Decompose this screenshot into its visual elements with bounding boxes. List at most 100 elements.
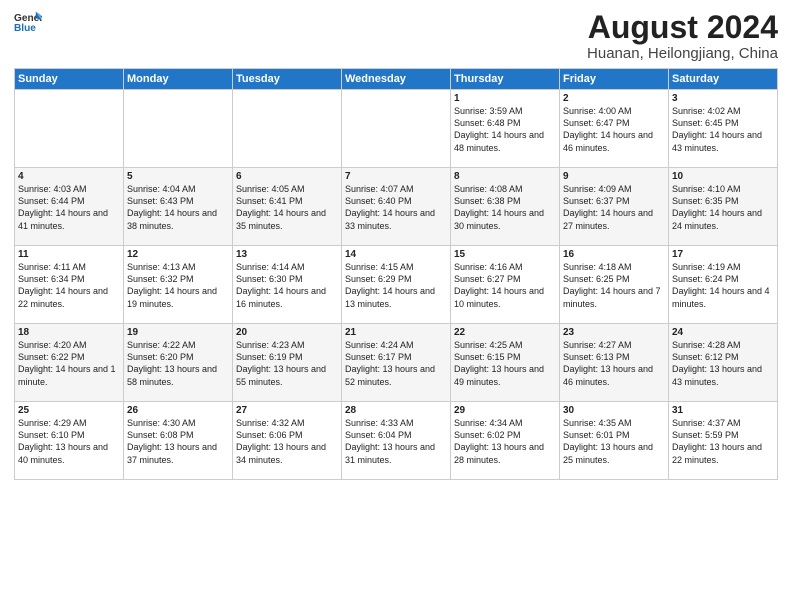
day-info: Sunrise: 4:14 AMSunset: 6:30 PMDaylight:… bbox=[236, 261, 338, 310]
day-info: Sunrise: 4:02 AMSunset: 6:45 PMDaylight:… bbox=[672, 105, 774, 154]
calendar-cell: 8Sunrise: 4:08 AMSunset: 6:38 PMDaylight… bbox=[451, 168, 560, 246]
day-info: Sunrise: 4:09 AMSunset: 6:37 PMDaylight:… bbox=[563, 183, 665, 232]
title-block: August 2024 Huanan, Heilongjiang, China bbox=[587, 10, 778, 62]
calendar-cell: 26Sunrise: 4:30 AMSunset: 6:08 PMDayligh… bbox=[124, 402, 233, 480]
day-number: 3 bbox=[672, 93, 774, 104]
day-number: 31 bbox=[672, 405, 774, 416]
calendar-cell: 1Sunrise: 3:59 AMSunset: 6:48 PMDaylight… bbox=[451, 90, 560, 168]
day-info: Sunrise: 4:29 AMSunset: 6:10 PMDaylight:… bbox=[18, 417, 120, 466]
day-number: 21 bbox=[345, 327, 447, 338]
day-number: 22 bbox=[454, 327, 556, 338]
day-number: 1 bbox=[454, 93, 556, 104]
calendar-cell: 7Sunrise: 4:07 AMSunset: 6:40 PMDaylight… bbox=[342, 168, 451, 246]
day-info: Sunrise: 4:11 AMSunset: 6:34 PMDaylight:… bbox=[18, 261, 120, 310]
day-info: Sunrise: 4:13 AMSunset: 6:32 PMDaylight:… bbox=[127, 261, 229, 310]
calendar-table: SundayMondayTuesdayWednesdayThursdayFrid… bbox=[14, 68, 778, 480]
calendar-cell: 18Sunrise: 4:20 AMSunset: 6:22 PMDayligh… bbox=[15, 324, 124, 402]
calendar-cell: 29Sunrise: 4:34 AMSunset: 6:02 PMDayligh… bbox=[451, 402, 560, 480]
day-number: 4 bbox=[18, 171, 120, 182]
dow-header-tuesday: Tuesday bbox=[233, 69, 342, 90]
dow-header-wednesday: Wednesday bbox=[342, 69, 451, 90]
day-info: Sunrise: 4:00 AMSunset: 6:47 PMDaylight:… bbox=[563, 105, 665, 154]
day-info: Sunrise: 4:16 AMSunset: 6:27 PMDaylight:… bbox=[454, 261, 556, 310]
calendar-cell: 19Sunrise: 4:22 AMSunset: 6:20 PMDayligh… bbox=[124, 324, 233, 402]
day-number: 8 bbox=[454, 171, 556, 182]
calendar-cell bbox=[15, 90, 124, 168]
calendar-cell: 4Sunrise: 4:03 AMSunset: 6:44 PMDaylight… bbox=[15, 168, 124, 246]
day-info: Sunrise: 4:25 AMSunset: 6:15 PMDaylight:… bbox=[454, 339, 556, 388]
dow-header-monday: Monday bbox=[124, 69, 233, 90]
calendar-cell: 21Sunrise: 4:24 AMSunset: 6:17 PMDayligh… bbox=[342, 324, 451, 402]
day-info: Sunrise: 4:33 AMSunset: 6:04 PMDaylight:… bbox=[345, 417, 447, 466]
day-number: 24 bbox=[672, 327, 774, 338]
logo: General Blue bbox=[14, 10, 42, 38]
dow-header-saturday: Saturday bbox=[669, 69, 778, 90]
day-number: 28 bbox=[345, 405, 447, 416]
svg-text:Blue: Blue bbox=[14, 23, 36, 34]
day-number: 17 bbox=[672, 249, 774, 260]
day-info: Sunrise: 4:35 AMSunset: 6:01 PMDaylight:… bbox=[563, 417, 665, 466]
day-info: Sunrise: 4:28 AMSunset: 6:12 PMDaylight:… bbox=[672, 339, 774, 388]
page-subtitle: Huanan, Heilongjiang, China bbox=[587, 45, 778, 62]
day-info: Sunrise: 4:19 AMSunset: 6:24 PMDaylight:… bbox=[672, 261, 774, 310]
day-info: Sunrise: 4:30 AMSunset: 6:08 PMDaylight:… bbox=[127, 417, 229, 466]
dow-header-sunday: Sunday bbox=[15, 69, 124, 90]
calendar-cell: 16Sunrise: 4:18 AMSunset: 6:25 PMDayligh… bbox=[560, 246, 669, 324]
day-info: Sunrise: 4:22 AMSunset: 6:20 PMDaylight:… bbox=[127, 339, 229, 388]
day-number: 5 bbox=[127, 171, 229, 182]
calendar-week-row: 25Sunrise: 4:29 AMSunset: 6:10 PMDayligh… bbox=[15, 402, 778, 480]
calendar-cell: 11Sunrise: 4:11 AMSunset: 6:34 PMDayligh… bbox=[15, 246, 124, 324]
day-number: 16 bbox=[563, 249, 665, 260]
calendar-cell: 22Sunrise: 4:25 AMSunset: 6:15 PMDayligh… bbox=[451, 324, 560, 402]
calendar-week-row: 11Sunrise: 4:11 AMSunset: 6:34 PMDayligh… bbox=[15, 246, 778, 324]
day-number: 20 bbox=[236, 327, 338, 338]
day-number: 10 bbox=[672, 171, 774, 182]
day-info: Sunrise: 4:18 AMSunset: 6:25 PMDaylight:… bbox=[563, 261, 665, 310]
day-info: Sunrise: 4:27 AMSunset: 6:13 PMDaylight:… bbox=[563, 339, 665, 388]
calendar-cell: 6Sunrise: 4:05 AMSunset: 6:41 PMDaylight… bbox=[233, 168, 342, 246]
day-number: 25 bbox=[18, 405, 120, 416]
page-title: August 2024 bbox=[587, 10, 778, 45]
day-number: 11 bbox=[18, 249, 120, 260]
day-info: Sunrise: 4:07 AMSunset: 6:40 PMDaylight:… bbox=[345, 183, 447, 232]
calendar-week-row: 18Sunrise: 4:20 AMSunset: 6:22 PMDayligh… bbox=[15, 324, 778, 402]
calendar-cell: 10Sunrise: 4:10 AMSunset: 6:35 PMDayligh… bbox=[669, 168, 778, 246]
calendar-week-row: 1Sunrise: 3:59 AMSunset: 6:48 PMDaylight… bbox=[15, 90, 778, 168]
calendar-week-row: 4Sunrise: 4:03 AMSunset: 6:44 PMDaylight… bbox=[15, 168, 778, 246]
day-number: 9 bbox=[563, 171, 665, 182]
calendar-cell bbox=[342, 90, 451, 168]
calendar-cell: 9Sunrise: 4:09 AMSunset: 6:37 PMDaylight… bbox=[560, 168, 669, 246]
calendar-cell: 14Sunrise: 4:15 AMSunset: 6:29 PMDayligh… bbox=[342, 246, 451, 324]
calendar-cell: 12Sunrise: 4:13 AMSunset: 6:32 PMDayligh… bbox=[124, 246, 233, 324]
day-info: Sunrise: 4:08 AMSunset: 6:38 PMDaylight:… bbox=[454, 183, 556, 232]
day-info: Sunrise: 4:15 AMSunset: 6:29 PMDaylight:… bbox=[345, 261, 447, 310]
calendar-cell: 17Sunrise: 4:19 AMSunset: 6:24 PMDayligh… bbox=[669, 246, 778, 324]
calendar-cell: 31Sunrise: 4:37 AMSunset: 5:59 PMDayligh… bbox=[669, 402, 778, 480]
day-number: 23 bbox=[563, 327, 665, 338]
day-number: 19 bbox=[127, 327, 229, 338]
calendar-cell: 27Sunrise: 4:32 AMSunset: 6:06 PMDayligh… bbox=[233, 402, 342, 480]
calendar-cell: 30Sunrise: 4:35 AMSunset: 6:01 PMDayligh… bbox=[560, 402, 669, 480]
day-number: 29 bbox=[454, 405, 556, 416]
calendar-cell: 15Sunrise: 4:16 AMSunset: 6:27 PMDayligh… bbox=[451, 246, 560, 324]
calendar-cell bbox=[124, 90, 233, 168]
calendar-cell: 13Sunrise: 4:14 AMSunset: 6:30 PMDayligh… bbox=[233, 246, 342, 324]
day-number: 13 bbox=[236, 249, 338, 260]
day-info: Sunrise: 4:23 AMSunset: 6:19 PMDaylight:… bbox=[236, 339, 338, 388]
day-info: Sunrise: 3:59 AMSunset: 6:48 PMDaylight:… bbox=[454, 105, 556, 154]
day-number: 30 bbox=[563, 405, 665, 416]
day-number: 2 bbox=[563, 93, 665, 104]
dow-header-thursday: Thursday bbox=[451, 69, 560, 90]
day-info: Sunrise: 4:24 AMSunset: 6:17 PMDaylight:… bbox=[345, 339, 447, 388]
page-header: General Blue August 2024 Huanan, Heilong… bbox=[14, 10, 778, 62]
day-number: 14 bbox=[345, 249, 447, 260]
day-number: 7 bbox=[345, 171, 447, 182]
day-info: Sunrise: 4:10 AMSunset: 6:35 PMDaylight:… bbox=[672, 183, 774, 232]
day-number: 26 bbox=[127, 405, 229, 416]
calendar-cell: 20Sunrise: 4:23 AMSunset: 6:19 PMDayligh… bbox=[233, 324, 342, 402]
day-info: Sunrise: 4:04 AMSunset: 6:43 PMDaylight:… bbox=[127, 183, 229, 232]
day-info: Sunrise: 4:34 AMSunset: 6:02 PMDaylight:… bbox=[454, 417, 556, 466]
calendar-cell: 5Sunrise: 4:04 AMSunset: 6:43 PMDaylight… bbox=[124, 168, 233, 246]
calendar-cell: 28Sunrise: 4:33 AMSunset: 6:04 PMDayligh… bbox=[342, 402, 451, 480]
day-number: 27 bbox=[236, 405, 338, 416]
